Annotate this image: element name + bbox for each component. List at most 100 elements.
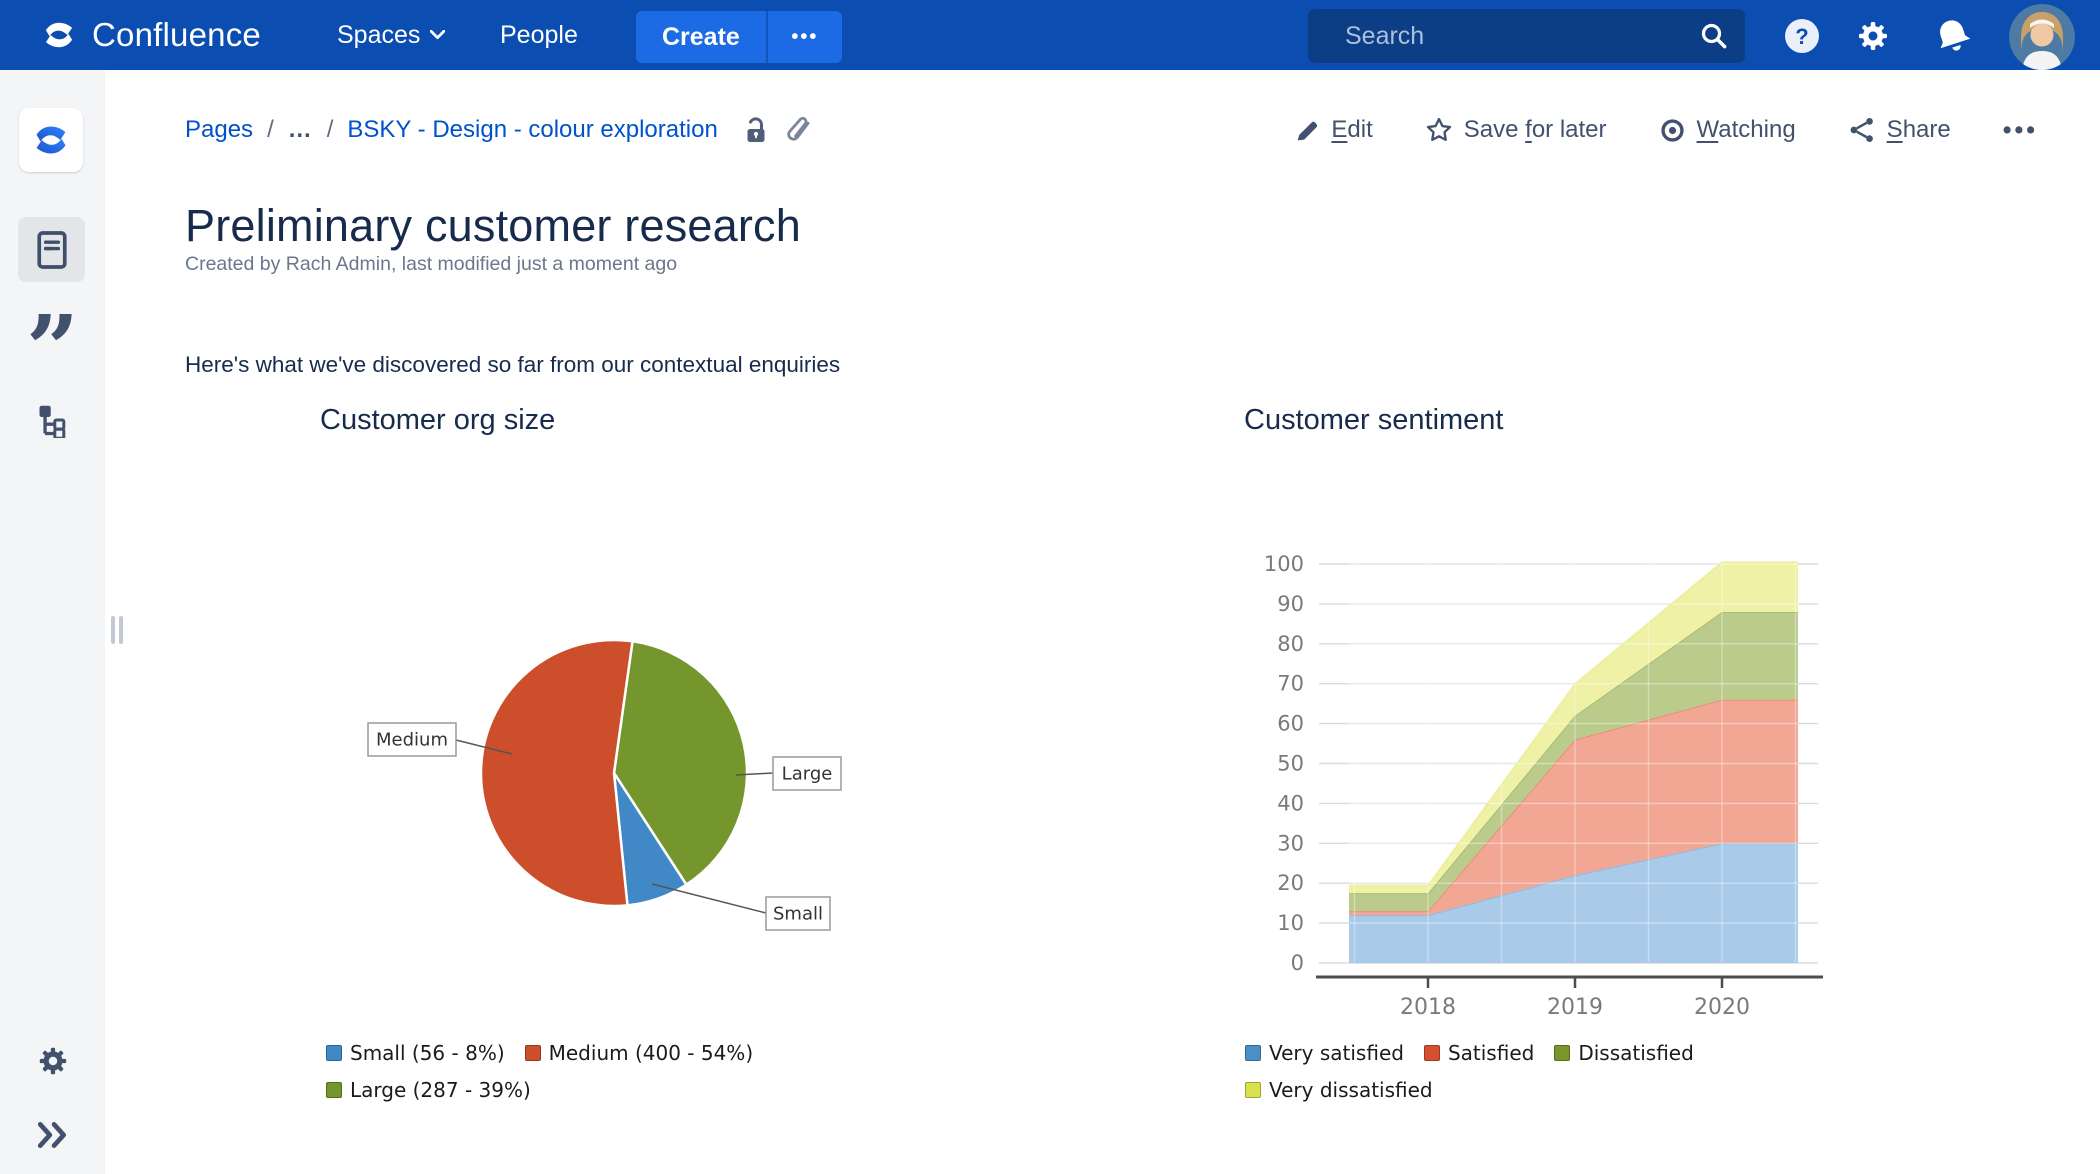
- pencil-icon: [1297, 121, 1318, 140]
- svg-text:30: 30: [1277, 831, 1304, 855]
- nav-spaces-label: Spaces: [337, 20, 421, 49]
- page-actions: Edit Save for later Watching Share •••: [1295, 110, 2038, 150]
- breadcrumb: Pages / … / BSKY - Design - colour explo…: [185, 110, 812, 150]
- settings-button[interactable]: [1852, 15, 1894, 57]
- brand-wordmark: Confluence: [92, 16, 261, 53]
- svg-text:80: 80: [1277, 632, 1304, 656]
- legend-item-satisfied: Satisfied: [1423, 1041, 1535, 1065]
- save-for-later-label: Save for later: [1463, 116, 1607, 143]
- top-navigation-bar: Confluence Spaces People Create ••• ?: [0, 0, 2100, 70]
- restrictions-button[interactable]: [742, 115, 769, 145]
- notifications-button[interactable]: [1932, 15, 1974, 57]
- share-button[interactable]: Share: [1848, 116, 1951, 144]
- legend-swatch-very-satisfied: [1245, 1045, 1261, 1061]
- breadcrumb-separator: /: [267, 116, 274, 143]
- svg-text:100: 100: [1264, 552, 1304, 576]
- svg-text:Small: Small: [773, 904, 823, 925]
- confluence-page: { "topnav": { "brand": "Confluence", "sp…: [0, 0, 2100, 1174]
- legend-label-medium: Medium (400 - 54%): [548, 1041, 754, 1065]
- legend-swatch-dissatisfied: [1554, 1045, 1571, 1061]
- svg-text:70: 70: [1277, 672, 1304, 696]
- page-byline: Created by Rach Admin, last modified jus…: [185, 253, 678, 275]
- tree-icon: [39, 405, 65, 438]
- pie-chart-legend: Small (56 - 8%) Medium (400 - 54%) Large…: [326, 1041, 753, 1102]
- legend-label-very-satisfied: Very satisfied: [1269, 1041, 1404, 1065]
- legend-item-small: Small (56 - 8%): [326, 1041, 505, 1065]
- search-icon[interactable]: [1699, 21, 1729, 51]
- watching-label: Watching: [1696, 116, 1796, 143]
- watching-eye-icon: [1660, 118, 1684, 142]
- space-logo-tile[interactable]: [19, 108, 83, 172]
- svg-text:10: 10: [1277, 911, 1304, 935]
- page-title: Preliminary customer research: [185, 200, 801, 252]
- pie-chart: Small Medium Large: [367, 638, 842, 931]
- more-actions-button[interactable]: •••: [2003, 116, 2038, 145]
- legend-label-dissatisfied: Dissatisfied: [1578, 1041, 1694, 1065]
- create-button[interactable]: Create: [636, 11, 766, 63]
- svg-text:Medium: Medium: [376, 730, 448, 751]
- nav-people-link[interactable]: People: [500, 0, 578, 70]
- legend-label-very-dissatisfied: Very dissatisfied: [1269, 1078, 1433, 1102]
- legend-swatch-very-dissatisfied: [1245, 1082, 1261, 1098]
- space-sidebar: [0, 70, 105, 1174]
- svg-text:2020: 2020: [1694, 995, 1750, 1020]
- legend-swatch-satisfied: [1423, 1045, 1440, 1061]
- legend-item-large: Large (287 - 39%): [326, 1078, 531, 1102]
- breadcrumb-pages-link[interactable]: Pages: [185, 116, 253, 144]
- svg-text:0: 0: [1291, 951, 1304, 975]
- legend-swatch-large: [326, 1082, 342, 1098]
- legend-swatch-medium: [524, 1045, 541, 1061]
- area-chart: 0 10 20 30 40 50 60 70 80 90 100 2018 2019 2020: [1264, 552, 1823, 1020]
- svg-text:40: 40: [1277, 791, 1304, 815]
- sidebar-resize-handle[interactable]: [111, 616, 123, 644]
- bell-icon: [1940, 20, 1971, 51]
- svg-text:2019: 2019: [1547, 995, 1603, 1020]
- help-icon: ?: [1785, 19, 1819, 53]
- nav-spaces-menu[interactable]: Spaces: [337, 0, 446, 70]
- legend-item-medium: Medium (400 - 54%): [524, 1041, 754, 1065]
- svg-text:20: 20: [1277, 871, 1304, 895]
- svg-text:90: 90: [1277, 592, 1304, 616]
- unlock-icon: [747, 117, 765, 142]
- attachments-button[interactable]: [785, 115, 812, 145]
- svg-text:2018: 2018: [1400, 995, 1456, 1020]
- help-button[interactable]: ?: [1781, 15, 1823, 57]
- legend-item-very-satisfied: Very satisfied: [1245, 1041, 1404, 1065]
- gear-icon: [1859, 22, 1887, 50]
- nav-people-label: People: [500, 20, 578, 49]
- confluence-home-link[interactable]: Confluence: [40, 0, 261, 70]
- help-glyph: ?: [1795, 24, 1808, 49]
- page-icon: [36, 230, 67, 269]
- edit-label: Edit: [1331, 116, 1373, 143]
- watching-button[interactable]: Watching: [1659, 116, 1796, 144]
- space-confluence-icon: [36, 126, 66, 154]
- legend-item-very-dissatisfied: Very dissatisfied: [1245, 1078, 1433, 1102]
- edit-button[interactable]: Edit: [1295, 116, 1373, 144]
- user-avatar[interactable]: [2009, 4, 2075, 70]
- legend-label-large: Large (287 - 39%): [350, 1078, 531, 1102]
- legend-label-satisfied: Satisfied: [1447, 1041, 1535, 1065]
- chevron-down-icon: [430, 30, 446, 40]
- sidebar-item-blog[interactable]: [0, 320, 105, 378]
- create-split-button: Create •••: [636, 11, 842, 63]
- sidebar-expand-button[interactable]: [0, 1120, 105, 1150]
- create-more-button[interactable]: •••: [768, 11, 842, 63]
- avatar-image: [2009, 4, 2075, 70]
- double-chevron-right-icon: [37, 1122, 66, 1148]
- sidebar-item-page-tree[interactable]: [0, 402, 105, 438]
- breadcrumb-current-page-link[interactable]: BSKY - Design - colour exploration: [347, 116, 717, 144]
- search-box: [1308, 9, 1745, 63]
- svg-text:60: 60: [1277, 712, 1304, 736]
- sidebar-item-pages[interactable]: [18, 217, 85, 282]
- paperclip-icon: [787, 116, 810, 141]
- share-label: Share: [1886, 116, 1951, 143]
- area-chart-title: Customer sentiment: [1244, 404, 1504, 436]
- search-input[interactable]: [1308, 21, 1699, 51]
- intro-paragraph: Here's what we've discovered so far from…: [185, 351, 841, 377]
- legend-label-small: Small (56 - 8%): [350, 1041, 505, 1065]
- pie-chart-title: Customer org size: [320, 404, 556, 436]
- save-for-later-button[interactable]: Save for later: [1425, 116, 1607, 144]
- breadcrumb-ellipsis[interactable]: …: [288, 116, 313, 144]
- space-settings-button[interactable]: [0, 1043, 105, 1079]
- share-icon: [1850, 118, 1873, 142]
